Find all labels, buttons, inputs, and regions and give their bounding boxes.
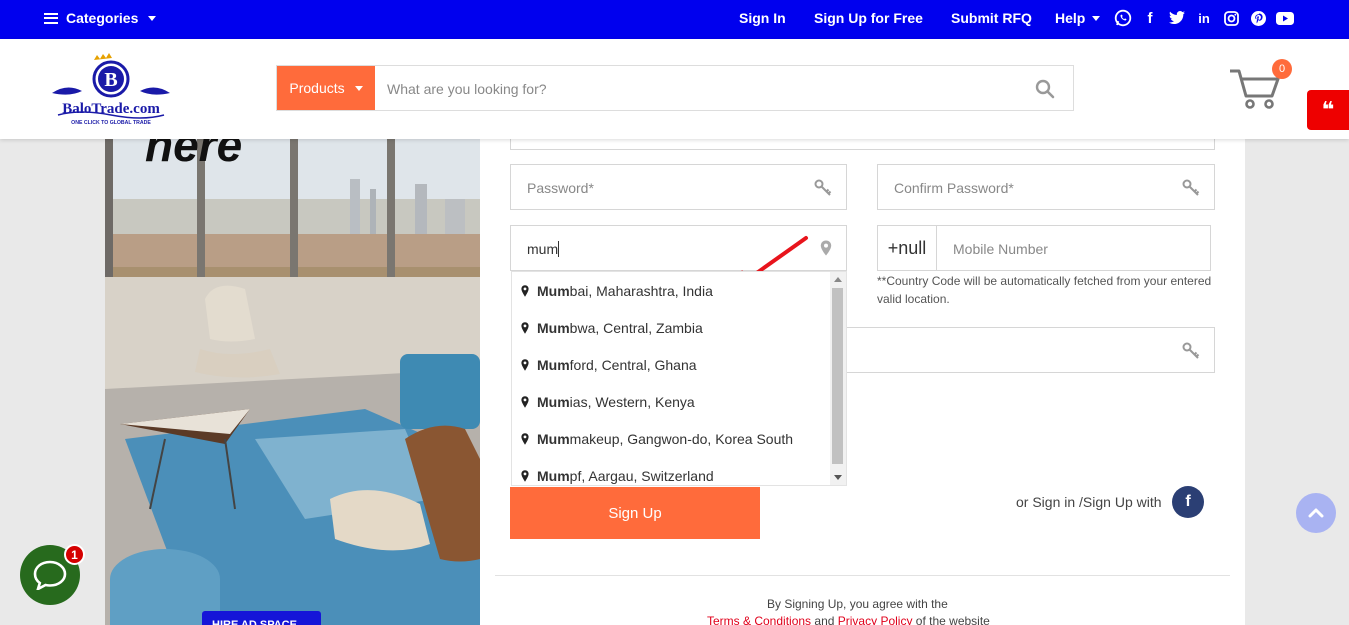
terms-and: and	[814, 614, 835, 625]
help-label: Help	[1055, 10, 1086, 26]
suggestion-item[interactable]: Mum makeup, Gangwon-do, Korea South	[512, 420, 830, 457]
instagram-icon[interactable]	[1222, 9, 1240, 27]
key-icon	[1182, 179, 1200, 197]
twitter-icon[interactable]	[1168, 9, 1186, 27]
top-bar: Categories Sign In Sign Up for Free Subm…	[0, 0, 1349, 39]
hire-ad-space-button[interactable]: HIRE AD SPACE	[202, 611, 321, 625]
divider	[495, 575, 1230, 576]
hero-headline: here	[145, 139, 242, 171]
suggestion-match: Mum	[537, 393, 570, 410]
chevron-down-icon	[354, 85, 363, 91]
scroll-to-top-button[interactable]	[1296, 493, 1336, 533]
sign-up-free-link[interactable]: Sign Up for Free	[814, 10, 923, 26]
terms-line: Terms & Conditions and Privacy Policy of…	[707, 614, 990, 625]
suggestion-item[interactable]: Mum bwa, Central, Zambia	[512, 309, 830, 346]
social-signin-text: or Sign in /Sign Up with	[1016, 494, 1162, 510]
suggestion-rest: ford, Central, Ghana	[569, 356, 697, 373]
map-pin-icon	[820, 240, 832, 261]
sign-up-button[interactable]: Sign Up	[510, 487, 760, 539]
svg-text:ONE CLICK TO GLOBAL TRADE: ONE CLICK TO GLOBAL TRADE	[71, 120, 151, 126]
confirm-password-field[interactable]: Confirm Password*	[877, 164, 1215, 210]
map-pin-icon	[521, 321, 529, 334]
submit-rfq-link[interactable]: Submit RFQ	[951, 10, 1032, 26]
sign-in-link[interactable]: Sign In	[739, 10, 786, 26]
scroll-up-arrow[interactable]	[834, 277, 842, 282]
search-bar: Products What are you looking for?	[276, 65, 1074, 111]
mobile-number-input[interactable]: Mobile Number	[953, 241, 1048, 257]
pinterest-icon[interactable]	[1249, 9, 1267, 27]
linkedin-icon[interactable]: in	[1195, 9, 1213, 27]
arrow-up-icon	[1308, 508, 1324, 518]
suggestion-rest: pf, Aargau, Switzerland	[569, 467, 714, 484]
chat-unread-badge: 1	[64, 544, 85, 565]
suggestion-item[interactable]: Mum pf, Aargau, Switzerland	[512, 457, 830, 485]
suggestion-match: Mum	[537, 282, 570, 299]
cart-count-badge: 0	[1272, 59, 1292, 79]
map-pin-icon	[521, 358, 529, 371]
map-pin-icon	[521, 469, 529, 482]
suggestion-match: Mum	[537, 356, 570, 373]
suggestion-match: Mum	[537, 319, 570, 336]
referral-field[interactable]	[830, 327, 1215, 373]
social-links: f in	[1114, 9, 1294, 27]
help-menu[interactable]: Help	[1055, 10, 1101, 26]
suggestion-rest: bwa, Central, Zambia	[569, 319, 703, 336]
hero-image: here	[105, 139, 480, 625]
youtube-icon[interactable]	[1276, 9, 1294, 27]
svg-text:B: B	[104, 69, 117, 91]
dropdown-scrollbar[interactable]	[830, 272, 846, 485]
chat-icon	[33, 560, 67, 590]
confirm-password-placeholder: Confirm Password*	[894, 180, 1014, 196]
suggestion-rest: makeup, Gangwon-do, Korea South	[569, 430, 794, 447]
scroll-down-arrow[interactable]	[834, 475, 842, 480]
search-input[interactable]: What are you looking for?	[387, 81, 547, 97]
location-suggestions: Mum bai, Maharashtra, India Mum bwa, Centra…	[511, 271, 847, 486]
map-pin-icon	[521, 284, 529, 297]
suggestion-item[interactable]: Mum ford, Central, Ghana	[512, 346, 830, 383]
suggestion-rest: bai, Maharashtra, India	[569, 282, 713, 299]
text-cursor	[558, 241, 560, 257]
chevron-down-icon	[148, 15, 157, 21]
svg-text:BaloTrade.com: BaloTrade.com	[62, 101, 160, 117]
terms-link[interactable]: Terms & Conditions	[707, 614, 811, 625]
privacy-link[interactable]: Privacy Policy	[838, 614, 913, 625]
country-code: +null	[878, 226, 937, 270]
suggestion-item[interactable]: Mum bai, Maharashtra, India	[512, 272, 830, 309]
search-category-label: Products	[289, 80, 345, 96]
password-placeholder: Password*	[527, 180, 594, 196]
menu-icon	[44, 12, 58, 24]
location-value: mum	[527, 241, 559, 257]
suggestion-rest: ias, Western, Kenya	[569, 393, 695, 410]
map-pin-icon	[521, 395, 529, 408]
search-category-select[interactable]: Products	[277, 66, 375, 110]
key-icon	[1182, 342, 1200, 360]
scroll-thumb[interactable]	[832, 288, 843, 464]
key-icon	[814, 179, 832, 197]
suggestion-match: Mum	[537, 467, 570, 484]
suggestion-match: Mum	[537, 430, 570, 447]
site-logo[interactable]: B BaloTrade.com ONE CLICK TO GLOBAL TRAD…	[50, 53, 172, 127]
facebook-login-icon[interactable]: f	[1172, 486, 1204, 518]
quote-icon[interactable]: ❝	[1307, 90, 1349, 130]
mobile-field: +null Mobile Number	[877, 225, 1211, 271]
categories-label: Categories	[66, 10, 139, 26]
suggestion-item[interactable]: Mum ias, Western, Kenya	[512, 383, 830, 420]
terms-tail: of the website	[915, 614, 990, 625]
whatsapp-icon[interactable]	[1114, 9, 1132, 27]
country-code-note: **Country Code will be automatically fet…	[877, 274, 1212, 306]
map-pin-icon	[521, 432, 529, 445]
facebook-icon[interactable]: f	[1141, 9, 1159, 27]
terms-intro: By Signing Up, you agree with the	[767, 597, 948, 611]
password-field[interactable]: Password*	[510, 164, 847, 210]
chevron-down-icon	[1092, 15, 1101, 21]
categories-menu[interactable]: Categories	[44, 10, 157, 26]
search-icon[interactable]	[1035, 79, 1055, 99]
site-header: B BaloTrade.com ONE CLICK TO GLOBAL TRAD…	[0, 39, 1349, 139]
